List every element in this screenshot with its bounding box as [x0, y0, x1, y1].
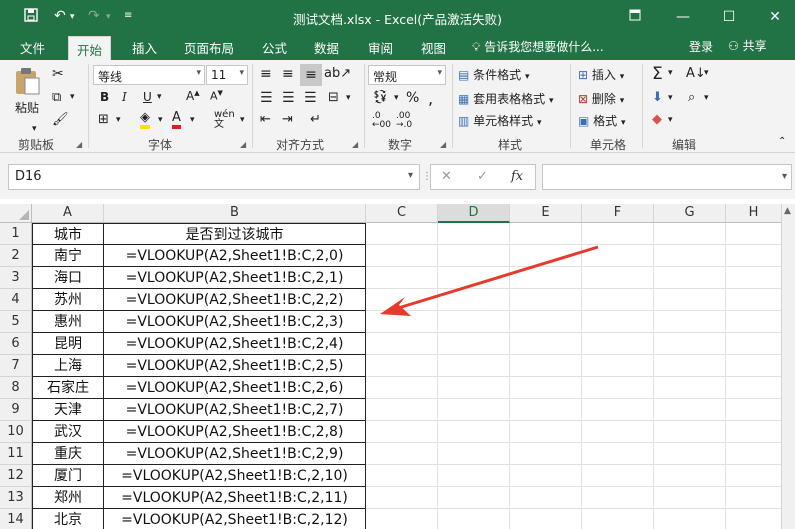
arrow-shaft — [394, 245, 599, 311]
annotation-arrow — [380, 245, 599, 316]
